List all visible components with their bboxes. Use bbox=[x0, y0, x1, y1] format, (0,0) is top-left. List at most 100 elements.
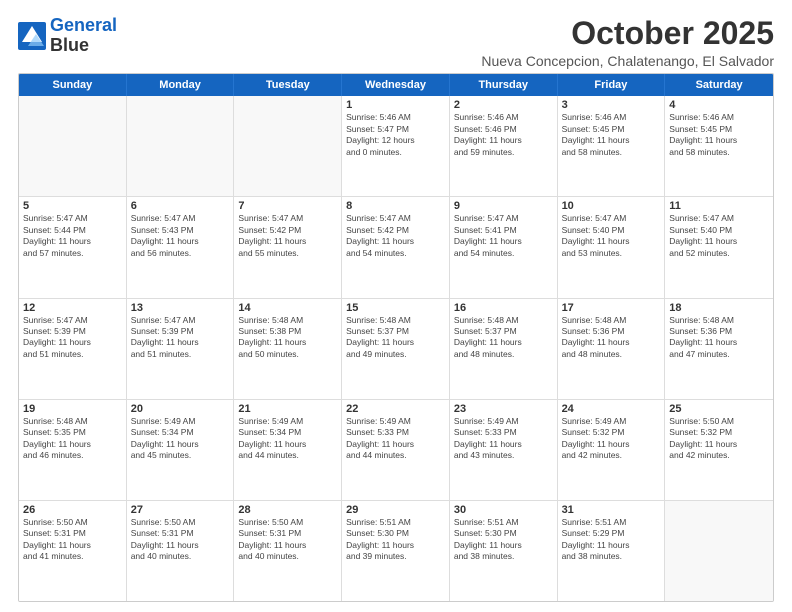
day-info: Sunrise: 5:48 AM Sunset: 5:37 PM Dayligh… bbox=[346, 315, 445, 361]
day-number: 29 bbox=[346, 504, 445, 516]
logo-icon bbox=[18, 22, 46, 50]
header-day-sunday: Sunday bbox=[19, 74, 127, 96]
day-number: 13 bbox=[131, 302, 230, 314]
day-info: Sunrise: 5:50 AM Sunset: 5:31 PM Dayligh… bbox=[238, 517, 337, 563]
day-number: 9 bbox=[454, 200, 553, 212]
calendar-cell: 30Sunrise: 5:51 AM Sunset: 5:30 PM Dayli… bbox=[450, 501, 558, 601]
calendar-cell: 26Sunrise: 5:50 AM Sunset: 5:31 PM Dayli… bbox=[19, 501, 127, 601]
header-day-tuesday: Tuesday bbox=[234, 74, 342, 96]
day-number: 21 bbox=[238, 403, 337, 415]
day-number: 8 bbox=[346, 200, 445, 212]
logo-text: General Blue bbox=[50, 16, 117, 56]
day-info: Sunrise: 5:47 AM Sunset: 5:39 PM Dayligh… bbox=[131, 315, 230, 361]
title-block: October 2025 Nueva Concepcion, Chalatena… bbox=[481, 16, 774, 69]
calendar-week-4: 26Sunrise: 5:50 AM Sunset: 5:31 PM Dayli… bbox=[19, 500, 773, 601]
day-number: 19 bbox=[23, 403, 122, 415]
calendar-cell: 6Sunrise: 5:47 AM Sunset: 5:43 PM Daylig… bbox=[127, 197, 235, 297]
location-subtitle: Nueva Concepcion, Chalatenango, El Salva… bbox=[481, 53, 774, 69]
calendar-week-3: 19Sunrise: 5:48 AM Sunset: 5:35 PM Dayli… bbox=[19, 399, 773, 500]
calendar-week-1: 5Sunrise: 5:47 AM Sunset: 5:44 PM Daylig… bbox=[19, 196, 773, 297]
day-number: 30 bbox=[454, 504, 553, 516]
calendar-cell: 16Sunrise: 5:48 AM Sunset: 5:37 PM Dayli… bbox=[450, 299, 558, 399]
day-number: 27 bbox=[131, 504, 230, 516]
day-number: 23 bbox=[454, 403, 553, 415]
calendar-cell bbox=[19, 96, 127, 196]
calendar-cell: 14Sunrise: 5:48 AM Sunset: 5:38 PM Dayli… bbox=[234, 299, 342, 399]
day-info: Sunrise: 5:46 AM Sunset: 5:45 PM Dayligh… bbox=[562, 112, 661, 158]
day-number: 26 bbox=[23, 504, 122, 516]
day-info: Sunrise: 5:49 AM Sunset: 5:34 PM Dayligh… bbox=[238, 416, 337, 462]
day-info: Sunrise: 5:50 AM Sunset: 5:31 PM Dayligh… bbox=[23, 517, 122, 563]
calendar-cell: 29Sunrise: 5:51 AM Sunset: 5:30 PM Dayli… bbox=[342, 501, 450, 601]
calendar-body: 1Sunrise: 5:46 AM Sunset: 5:47 PM Daylig… bbox=[19, 96, 773, 601]
day-info: Sunrise: 5:49 AM Sunset: 5:33 PM Dayligh… bbox=[346, 416, 445, 462]
calendar-cell: 12Sunrise: 5:47 AM Sunset: 5:39 PM Dayli… bbox=[19, 299, 127, 399]
calendar-week-2: 12Sunrise: 5:47 AM Sunset: 5:39 PM Dayli… bbox=[19, 298, 773, 399]
day-number: 17 bbox=[562, 302, 661, 314]
day-info: Sunrise: 5:47 AM Sunset: 5:41 PM Dayligh… bbox=[454, 213, 553, 259]
calendar-cell: 21Sunrise: 5:49 AM Sunset: 5:34 PM Dayli… bbox=[234, 400, 342, 500]
calendar-cell: 1Sunrise: 5:46 AM Sunset: 5:47 PM Daylig… bbox=[342, 96, 450, 196]
day-number: 25 bbox=[669, 403, 769, 415]
day-number: 7 bbox=[238, 200, 337, 212]
day-number: 4 bbox=[669, 99, 769, 111]
calendar-cell bbox=[127, 96, 235, 196]
day-info: Sunrise: 5:50 AM Sunset: 5:32 PM Dayligh… bbox=[669, 416, 769, 462]
day-number: 16 bbox=[454, 302, 553, 314]
calendar-cell: 3Sunrise: 5:46 AM Sunset: 5:45 PM Daylig… bbox=[558, 96, 666, 196]
day-number: 28 bbox=[238, 504, 337, 516]
calendar-header: SundayMondayTuesdayWednesdayThursdayFrid… bbox=[19, 74, 773, 96]
day-number: 2 bbox=[454, 99, 553, 111]
calendar-cell bbox=[234, 96, 342, 196]
month-title: October 2025 bbox=[481, 16, 774, 51]
calendar-cell: 7Sunrise: 5:47 AM Sunset: 5:42 PM Daylig… bbox=[234, 197, 342, 297]
day-info: Sunrise: 5:51 AM Sunset: 5:30 PM Dayligh… bbox=[346, 517, 445, 563]
logo: General Blue bbox=[18, 16, 117, 56]
day-info: Sunrise: 5:47 AM Sunset: 5:40 PM Dayligh… bbox=[669, 213, 769, 259]
day-info: Sunrise: 5:46 AM Sunset: 5:47 PM Dayligh… bbox=[346, 112, 445, 158]
header-day-monday: Monday bbox=[127, 74, 235, 96]
calendar-cell: 9Sunrise: 5:47 AM Sunset: 5:41 PM Daylig… bbox=[450, 197, 558, 297]
calendar-cell: 20Sunrise: 5:49 AM Sunset: 5:34 PM Dayli… bbox=[127, 400, 235, 500]
day-info: Sunrise: 5:47 AM Sunset: 5:43 PM Dayligh… bbox=[131, 213, 230, 259]
header-day-friday: Friday bbox=[558, 74, 666, 96]
calendar-week-0: 1Sunrise: 5:46 AM Sunset: 5:47 PM Daylig… bbox=[19, 96, 773, 196]
day-info: Sunrise: 5:49 AM Sunset: 5:34 PM Dayligh… bbox=[131, 416, 230, 462]
day-number: 11 bbox=[669, 200, 769, 212]
day-info: Sunrise: 5:47 AM Sunset: 5:44 PM Dayligh… bbox=[23, 213, 122, 259]
day-number: 5 bbox=[23, 200, 122, 212]
calendar-cell: 15Sunrise: 5:48 AM Sunset: 5:37 PM Dayli… bbox=[342, 299, 450, 399]
day-number: 31 bbox=[562, 504, 661, 516]
header-day-thursday: Thursday bbox=[450, 74, 558, 96]
day-number: 1 bbox=[346, 99, 445, 111]
calendar-cell: 4Sunrise: 5:46 AM Sunset: 5:45 PM Daylig… bbox=[665, 96, 773, 196]
logo-line1: General bbox=[50, 15, 117, 35]
day-info: Sunrise: 5:49 AM Sunset: 5:32 PM Dayligh… bbox=[562, 416, 661, 462]
day-info: Sunrise: 5:47 AM Sunset: 5:39 PM Dayligh… bbox=[23, 315, 122, 361]
day-number: 20 bbox=[131, 403, 230, 415]
calendar-cell: 17Sunrise: 5:48 AM Sunset: 5:36 PM Dayli… bbox=[558, 299, 666, 399]
calendar-cell: 19Sunrise: 5:48 AM Sunset: 5:35 PM Dayli… bbox=[19, 400, 127, 500]
calendar-cell: 22Sunrise: 5:49 AM Sunset: 5:33 PM Dayli… bbox=[342, 400, 450, 500]
logo-line2: Blue bbox=[50, 36, 117, 56]
page-header: General Blue October 2025 Nueva Concepci… bbox=[18, 16, 774, 69]
calendar-cell: 13Sunrise: 5:47 AM Sunset: 5:39 PM Dayli… bbox=[127, 299, 235, 399]
day-info: Sunrise: 5:47 AM Sunset: 5:42 PM Dayligh… bbox=[238, 213, 337, 259]
calendar-cell: 18Sunrise: 5:48 AM Sunset: 5:36 PM Dayli… bbox=[665, 299, 773, 399]
calendar-cell: 27Sunrise: 5:50 AM Sunset: 5:31 PM Dayli… bbox=[127, 501, 235, 601]
calendar-cell: 8Sunrise: 5:47 AM Sunset: 5:42 PM Daylig… bbox=[342, 197, 450, 297]
header-day-wednesday: Wednesday bbox=[342, 74, 450, 96]
day-info: Sunrise: 5:50 AM Sunset: 5:31 PM Dayligh… bbox=[131, 517, 230, 563]
calendar-cell: 10Sunrise: 5:47 AM Sunset: 5:40 PM Dayli… bbox=[558, 197, 666, 297]
day-info: Sunrise: 5:49 AM Sunset: 5:33 PM Dayligh… bbox=[454, 416, 553, 462]
header-day-saturday: Saturday bbox=[665, 74, 773, 96]
calendar-cell: 24Sunrise: 5:49 AM Sunset: 5:32 PM Dayli… bbox=[558, 400, 666, 500]
calendar-cell: 2Sunrise: 5:46 AM Sunset: 5:46 PM Daylig… bbox=[450, 96, 558, 196]
day-info: Sunrise: 5:46 AM Sunset: 5:45 PM Dayligh… bbox=[669, 112, 769, 158]
calendar-cell bbox=[665, 501, 773, 601]
calendar-cell: 23Sunrise: 5:49 AM Sunset: 5:33 PM Dayli… bbox=[450, 400, 558, 500]
day-info: Sunrise: 5:47 AM Sunset: 5:40 PM Dayligh… bbox=[562, 213, 661, 259]
day-number: 15 bbox=[346, 302, 445, 314]
day-number: 24 bbox=[562, 403, 661, 415]
day-info: Sunrise: 5:48 AM Sunset: 5:37 PM Dayligh… bbox=[454, 315, 553, 361]
